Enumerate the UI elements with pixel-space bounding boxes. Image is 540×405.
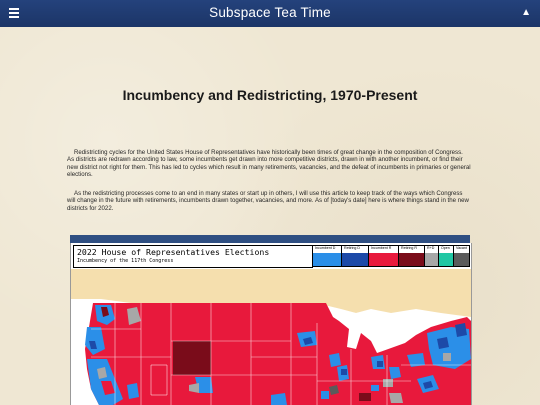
- site-title[interactable]: Subspace Tea Time: [0, 5, 540, 20]
- article-paragraph: Redistricting cycles for the United Stat…: [67, 149, 471, 179]
- tennessee-retiring-r: [359, 393, 371, 401]
- article-title: Incumbency and Redistricting, 1970-Prese…: [122, 87, 418, 103]
- legend-swatch: [399, 253, 424, 266]
- top-navigation-bar: Subspace Tea Time ▲: [0, 0, 540, 27]
- user-icon[interactable]: ▲: [521, 7, 531, 18]
- missouri-blue: [321, 391, 329, 399]
- map-subtitle: Incumbency of the 117th Congress: [77, 258, 174, 264]
- incumbency-map: 2022 House of Representatives Elections …: [70, 243, 472, 405]
- kentucky-blue: [371, 385, 379, 391]
- wyoming-retiring-r: [173, 341, 211, 375]
- wisconsin-blue: [329, 353, 341, 367]
- legend-incumbent-d: Incumbent D: [312, 245, 342, 267]
- northeast-gray: [443, 353, 451, 361]
- legend-incumbent-r: Incumbent R: [368, 245, 399, 267]
- legend-swatch: [342, 253, 368, 266]
- map-title-box: 2022 House of Representatives Elections …: [73, 245, 313, 268]
- legend-swatch: [454, 253, 469, 266]
- legend-swatch: [425, 253, 438, 266]
- map-title: 2022 House of Representatives Elections: [77, 247, 270, 257]
- legend-vacant: Vacant: [453, 245, 470, 267]
- legend-swatch: [313, 253, 341, 266]
- legend-swatch: [369, 253, 398, 266]
- chicago-retiring-d: [341, 369, 347, 375]
- map-header-band: [70, 235, 470, 243]
- nevada-blue: [127, 383, 139, 399]
- ohio-gray: [383, 379, 393, 387]
- new-england-retiring-d: [455, 323, 467, 337]
- legend-swatch: [439, 253, 453, 266]
- us-mainland: [85, 303, 471, 405]
- ohio-blue: [389, 367, 401, 379]
- new-york-retiring-d: [437, 337, 449, 349]
- legend-r-plus-d: R+D: [424, 245, 439, 267]
- legend-retiring-r: Retiring R: [398, 245, 425, 267]
- map-legend: Incumbent D Retiring D Incumbent R Retir…: [312, 245, 470, 267]
- michigan-dark: [377, 361, 383, 367]
- us-district-map: [71, 269, 471, 405]
- north-carolina-gray: [389, 393, 403, 403]
- legend-retiring-d: Retiring D: [341, 245, 369, 267]
- article-content: Incumbency and Redistricting, 1970-Prese…: [0, 27, 540, 405]
- article-paragraph: As the redistricting processes come to a…: [67, 190, 469, 212]
- legend-open: Open: [438, 245, 454, 267]
- south-blue: [271, 393, 287, 405]
